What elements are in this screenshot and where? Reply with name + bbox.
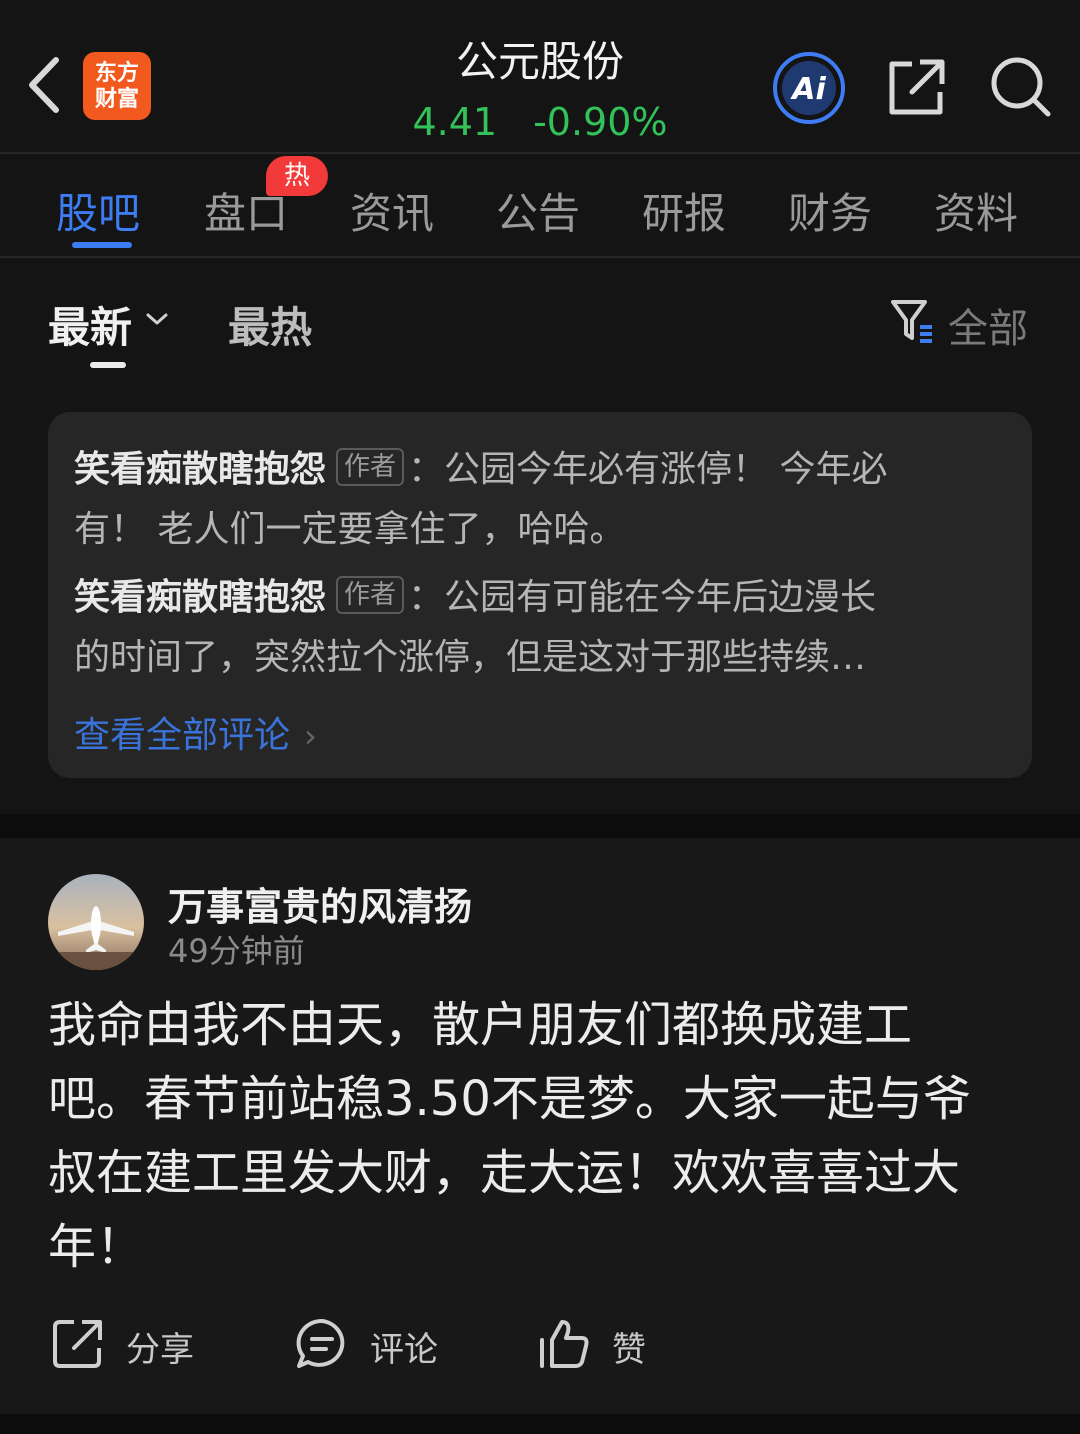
comment-label: 评论	[370, 1330, 438, 1370]
tab-research[interactable]: 研报	[642, 180, 726, 241]
section-separator	[0, 814, 1080, 838]
stock-quote: 4.41 -0.90%	[340, 96, 740, 148]
stock-change: -0.90%	[533, 100, 668, 144]
post-time: 49分钟前	[168, 932, 305, 970]
comment-preview-card[interactable]: 笑看痴散瞎抱怨 作者 ：公园今年必有涨停！ 今年必 有！ 老人们一定要拿住了，哈哈。…	[48, 412, 1032, 778]
comment-text: ：公园今年必有涨停！ 今年必	[408, 449, 888, 490]
hot-badge: 热	[266, 156, 328, 196]
logo-line2: 财富	[94, 86, 139, 112]
sort-indicator	[90, 362, 126, 368]
post-line: 叔在建工里发大财，走大运！欢欢喜喜过大	[48, 1145, 961, 1201]
tab-announcements[interactable]: 公告	[496, 180, 580, 241]
logo-line1: 东方	[94, 60, 139, 86]
stock-forum-page: 东方 财富 公元股份 4.41 -0.90% Ai 股吧 盘口 热 资讯 公告 …	[0, 0, 1080, 1434]
post-card[interactable]: 万事富贵的风清扬 49分钟前 我命由我不由天，散户朋友们都换成建工 吧。春节前站…	[0, 838, 1080, 1414]
like-button[interactable]: 赞	[536, 1310, 676, 1380]
comment-icon	[296, 1318, 345, 1368]
post-line: 吧。春节前站稳3.50不是梦。大家一起与爷	[48, 1071, 971, 1127]
search-icon[interactable]	[988, 54, 1054, 120]
see-all-comments-link[interactable]: 查看全部评论 ›	[74, 706, 317, 758]
sort-row: 最新 最热 全部	[0, 258, 1080, 378]
share-button[interactable]: 分享	[50, 1310, 220, 1380]
like-label: 赞	[612, 1330, 646, 1370]
avatar[interactable]	[48, 874, 144, 970]
header: 东方 财富 公元股份 4.41 -0.90% Ai	[0, 0, 1080, 154]
share-icon	[53, 1320, 102, 1368]
tab-guba[interactable]: 股吧	[56, 180, 140, 241]
filter-icon[interactable]	[888, 296, 938, 346]
post-line: 我命由我不由天，散户朋友们都换成建工	[48, 997, 913, 1053]
share-label: 分享	[126, 1330, 194, 1370]
post-line: 年！	[48, 1219, 145, 1275]
thumbs-up-icon	[540, 1320, 589, 1368]
comment-author[interactable]: 笑看痴散瞎抱怨	[74, 449, 326, 490]
share-external-icon[interactable]	[884, 54, 950, 120]
ai-label: Ai	[790, 72, 826, 107]
stock-title-block: 公元股份 4.41 -0.90%	[340, 34, 740, 148]
active-tab-indicator	[72, 242, 132, 248]
header-divider	[0, 152, 1080, 154]
author-tag: 作者	[336, 576, 405, 614]
comment-line: 笑看痴散瞎抱怨 作者 ：公园今年必有涨停！ 今年必	[74, 440, 887, 492]
sort-latest[interactable]: 最新	[48, 294, 132, 355]
airplane-icon	[48, 906, 144, 970]
post-username[interactable]: 万事富贵的风清扬	[168, 876, 472, 931]
post-content[interactable]: 我命由我不由天，散户朋友们都换成建工 吧。春节前站稳3.50不是梦。大家一起与爷…	[48, 988, 1038, 1284]
filter-label[interactable]: 全部	[948, 296, 1028, 354]
comment-text: ：公园有可能在今年后边漫长	[408, 577, 877, 618]
tab-profile[interactable]: 资料	[934, 180, 1018, 241]
tab-finance[interactable]: 财务	[788, 180, 872, 241]
stock-name: 公元股份	[455, 37, 624, 86]
back-arrow-icon[interactable]	[22, 52, 72, 118]
comment-author[interactable]: 笑看痴散瞎抱怨	[74, 577, 326, 618]
comment-line: 有！ 老人们一定要拿住了，哈哈。	[74, 509, 626, 550]
eastmoney-logo[interactable]: 东方 财富	[83, 52, 151, 120]
chevron-down-icon[interactable]	[144, 310, 170, 328]
stock-price: 4.41	[412, 100, 498, 144]
comment-line: 的时间了，突然拉个涨停，但是这对于那些持续…	[74, 637, 867, 678]
comment-line: 笑看痴散瞎抱怨 作者 ：公园有可能在今年后边漫长	[74, 568, 876, 620]
comment-button[interactable]: 评论	[294, 1310, 464, 1380]
sort-hot[interactable]: 最热	[228, 294, 312, 355]
chevron-right-icon: ›	[304, 717, 317, 755]
bottom-separator	[0, 1414, 1080, 1434]
tab-news[interactable]: 资讯	[350, 180, 434, 241]
ai-assistant-icon[interactable]: Ai	[771, 50, 847, 126]
tab-bar: 股吧 盘口 热 资讯 公告 研报 财务 资料	[0, 156, 1080, 256]
post-actions: 分享 评论 赞	[0, 1310, 1080, 1380]
author-tag: 作者	[336, 448, 405, 486]
see-all-label: 查看全部评论	[74, 715, 291, 756]
